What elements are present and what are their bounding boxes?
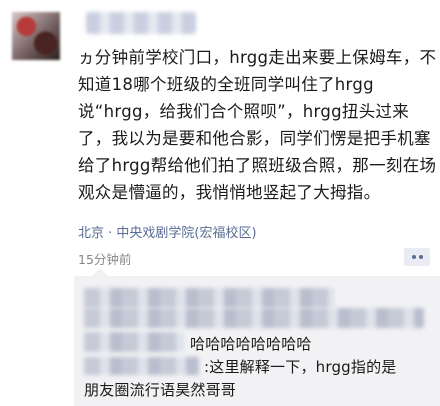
more-dots-icon[interactable] <box>404 248 430 266</box>
post-time: 15分钟前 <box>78 252 132 267</box>
post-text: ヵ分钟前学校门口，hrgg走出来要上保姆车，不知道18哪个班级的全班同学叫住了h… <box>78 48 437 202</box>
dot <box>411 255 416 259</box>
location-link[interactable]: 北京 · 中央戏剧学院(宏福校区) <box>78 222 257 241</box>
dot <box>418 255 423 259</box>
avatar[interactable] <box>12 12 60 60</box>
comment-text: :这里解释一下，hrgg指的是 <box>204 358 397 376</box>
blurred-comment <box>84 288 334 308</box>
commenter-name-blurred[interactable] <box>84 357 199 375</box>
comment-section: 哈哈哈哈哈哈哈哈 :这里解释一下，hrgg指的是 朋友圈流行语昊然哥哥 <box>74 268 440 406</box>
blurred-comment <box>84 308 424 328</box>
commenter-name-blurred[interactable] <box>84 332 184 352</box>
author-name-blurred[interactable] <box>86 12 196 34</box>
comment-text-continued: 朋友圈流行语昊然哥哥 <box>84 381 237 399</box>
comment-text: 哈哈哈哈哈哈哈哈 <box>190 335 312 353</box>
